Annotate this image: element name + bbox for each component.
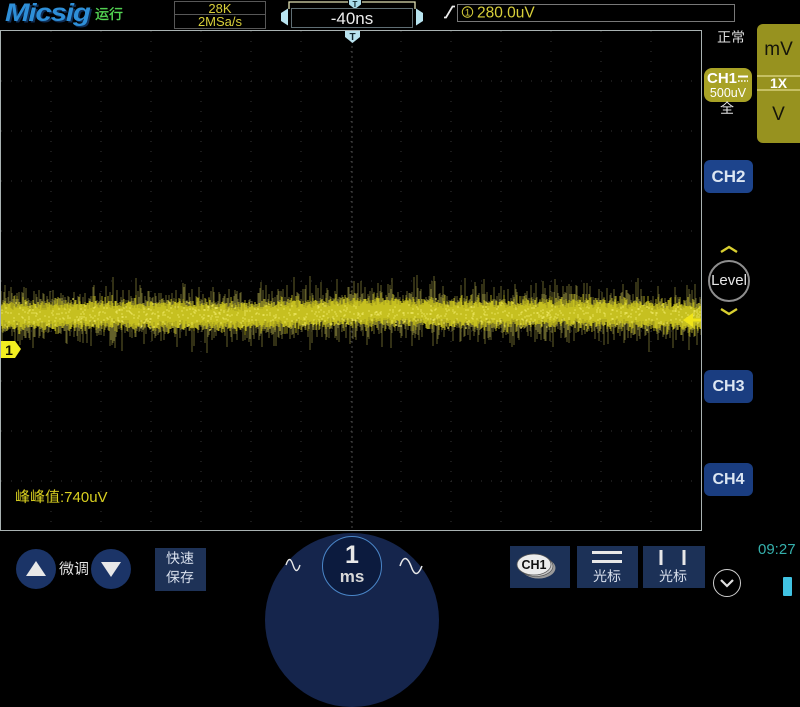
svg-text:280.0uV: 280.0uV (477, 5, 535, 21)
svg-text:1: 1 (5, 342, 13, 358)
svg-text::740uV: :740uV (60, 489, 108, 506)
svg-text:T: T (349, 32, 355, 43)
svg-text:CH1: CH1 (521, 558, 546, 572)
svg-text:1: 1 (465, 8, 470, 19)
